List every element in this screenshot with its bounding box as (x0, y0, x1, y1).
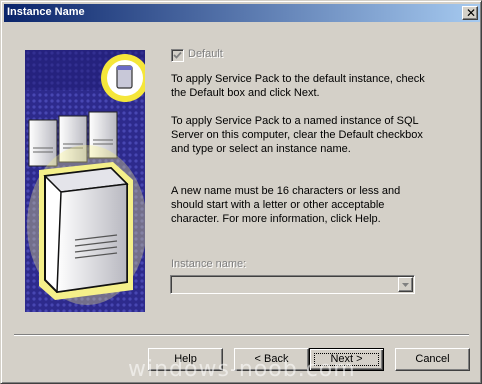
instance-name-label: Instance name: (171, 258, 247, 270)
close-button[interactable]: ✕ (462, 6, 478, 20)
cancel-button[interactable]: Cancel (395, 348, 470, 371)
close-icon: ✕ (466, 6, 477, 20)
server-artwork-icon (25, 50, 145, 312)
named-instance-instructions: To apply Service Pack to a named instanc… (171, 115, 423, 155)
next-button[interactable]: Next > (309, 348, 384, 371)
default-instance-instructions: To apply Service Pack to the default ins… (171, 73, 425, 99)
button-divider (14, 334, 469, 336)
name-rules-text: A new name must be 16 characters or less… (171, 185, 401, 225)
installer-dialog: Instance Name ✕ Default To apply Service… (0, 0, 482, 384)
server-illustration (25, 50, 145, 312)
title-bar: Instance Name ✕ (4, 4, 480, 22)
default-checkbox[interactable] (171, 49, 184, 62)
default-checkbox-label: Default (188, 48, 223, 60)
help-button[interactable]: Help (148, 348, 223, 371)
focus-rectangle (314, 353, 379, 366)
back-button[interactable]: < Back (234, 348, 309, 371)
window-title: Instance Name (7, 6, 85, 18)
chevron-down-icon (402, 283, 409, 287)
instance-name-dropdown-button[interactable] (398, 277, 413, 292)
instance-name-combobox[interactable] (170, 275, 415, 294)
checkmark-icon (173, 51, 182, 59)
